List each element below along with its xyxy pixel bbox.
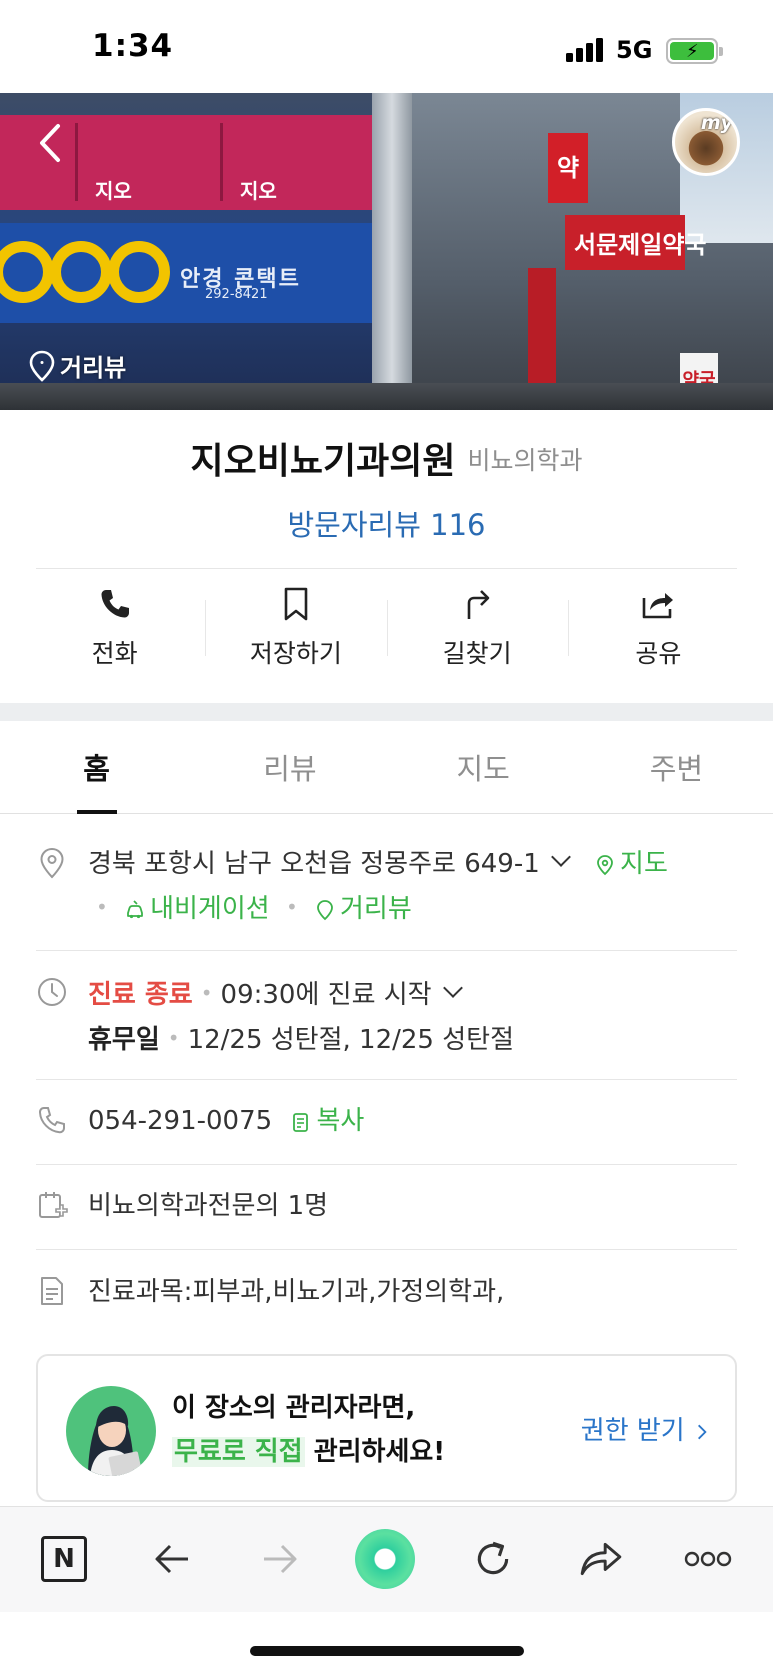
action-bar: 전화 저장하기 길찾기 공유 <box>24 572 749 684</box>
hours-status: 진료 종료 <box>88 980 193 1010</box>
medical-calendar-icon <box>39 1192 68 1218</box>
photo-pharmacy-char: 약 <box>548 133 588 203</box>
chevron-left-icon <box>40 124 60 162</box>
share-button[interactable]: 공유 <box>567 572 749 684</box>
browser-back-button[interactable] <box>144 1531 200 1587</box>
place-category: 비뇨의학과 <box>467 446 583 475</box>
naver-home-button[interactable]: N <box>36 1531 92 1587</box>
map-link[interactable]: 지도 <box>594 849 668 879</box>
browser-forward-button[interactable] <box>252 1531 308 1587</box>
battery-icon: ⚡ <box>666 38 723 64</box>
location-pin-icon <box>317 900 333 921</box>
photo-pharmacy-sign: 서문제일약국 <box>574 231 707 259</box>
clock-icon <box>38 978 66 1006</box>
status-time: 1:34 <box>92 28 174 64</box>
forward-arrow-icon <box>264 1544 297 1574</box>
admin-illustration <box>66 1386 156 1476</box>
browser-toolbar: N <box>0 1506 773 1612</box>
call-button[interactable]: 전화 <box>24 572 205 684</box>
copy-phone-button[interactable]: 복사 <box>290 1106 364 1136</box>
tab-map[interactable]: 지도 <box>387 721 580 813</box>
chevron-down-icon[interactable] <box>442 978 463 998</box>
place-name: 지오비뇨기과의원 <box>190 441 456 482</box>
navigation-link[interactable]: 내비게이션 <box>124 894 278 924</box>
location-pin-icon <box>29 350 55 382</box>
tab-bar: 홈 리뷰 지도 주변 <box>0 721 773 814</box>
phone-number[interactable]: 054-291-0075 <box>88 1106 272 1136</box>
divider <box>36 1079 737 1080</box>
divider <box>36 950 737 951</box>
document-icon <box>41 1277 63 1305</box>
bookmark-icon <box>284 587 308 621</box>
location-pin-icon <box>40 847 64 879</box>
browser-share-button[interactable] <box>573 1531 629 1587</box>
section-separator <box>0 703 773 721</box>
save-button[interactable]: 저장하기 <box>205 572 386 684</box>
refresh-button[interactable] <box>465 1531 521 1587</box>
address-row: 경북 포항시 남구 오천읍 정몽주로 649-1 지도 • 내비게이션 • 거리… <box>36 843 737 933</box>
chevron-down-icon[interactable] <box>550 847 571 867</box>
more-button[interactable] <box>680 1531 736 1587</box>
map-pin-icon <box>597 855 613 876</box>
tab-nearby[interactable]: 주변 <box>580 721 773 813</box>
tab-home[interactable]: 홈 <box>0 721 193 814</box>
holiday-detail: 12/25 성탄절, 12/25 성탄절 <box>187 1025 514 1055</box>
divider <box>36 568 737 569</box>
copy-icon <box>293 1113 309 1132</box>
departments-row: 진료과목:피부과,비뇨기과,가정의학과, <box>36 1271 737 1319</box>
hours-next-open: 09:30에 진료 시작 <box>220 980 432 1010</box>
share-icon <box>643 593 674 619</box>
call-label: 전화 <box>91 639 138 668</box>
naver-home-icon: N <box>41 1536 87 1582</box>
divider <box>36 1164 737 1165</box>
share-arrow-icon <box>580 1542 622 1576</box>
phone-icon <box>101 590 129 618</box>
admin-line2: 관리하세요! <box>304 1437 446 1467</box>
refresh-icon <box>477 1541 509 1575</box>
place-header: 지오비뇨기과의원 비뇨의학과 방문자리뷰 116 <box>0 432 773 544</box>
signal-icon <box>566 38 606 62</box>
directions-icon <box>467 590 490 619</box>
owner-claim-banner[interactable]: 이 장소의 관리자라면, 무료로 직접 관리하세요! 권한 받기 <box>36 1354 737 1502</box>
share-label: 공유 <box>635 639 682 668</box>
network-type: 5G <box>616 36 653 64</box>
hours-row[interactable]: 진료 종료 • 09:30에 진료 시작 휴무일 • 12/25 성탄절, 12/25 … <box>36 972 737 1062</box>
tab-reviews[interactable]: 리뷰 <box>193 721 386 813</box>
car-icon <box>127 900 143 919</box>
status-bar: 1:34 5G ⚡ <box>0 0 773 93</box>
get-permission-link[interactable]: 권한 받기 <box>581 1410 707 1447</box>
chevron-right-icon <box>698 1424 707 1440</box>
holiday-label: 휴무일 <box>88 1025 160 1055</box>
save-label: 저장하기 <box>249 639 342 668</box>
streetview-link[interactable]: 거리뷰 <box>314 894 412 924</box>
more-icon <box>684 1551 732 1567</box>
phone-icon <box>38 1107 65 1134</box>
streetview-label: 거리뷰 <box>60 354 127 382</box>
admin-line1: 이 장소의 관리자라면, <box>172 1393 416 1423</box>
directions-button[interactable]: 길찾기 <box>386 572 568 684</box>
streetview-button[interactable]: 거리뷰 <box>28 348 126 383</box>
departments-text: 진료과목:피부과,비뇨기과,가정의학과, <box>88 1277 505 1307</box>
phone-row: 054-291-0075 복사 <box>36 1100 737 1148</box>
admin-highlight: 무료로 직접 <box>172 1437 305 1467</box>
home-indicator[interactable] <box>250 1646 524 1656</box>
my-badge-label: my <box>700 112 733 134</box>
address-text: 경북 포항시 남구 오천읍 정몽주로 649-1 <box>88 849 540 879</box>
divider <box>36 1249 737 1250</box>
back-arrow-icon <box>155 1544 188 1574</box>
back-button[interactable] <box>30 118 74 168</box>
specialists-row: 비뇨의학과전문의 1명 <box>36 1185 737 1233</box>
specialists-text: 비뇨의학과전문의 1명 <box>88 1191 329 1221</box>
my-profile-badge[interactable]: my <box>672 108 740 176</box>
green-dot-icon <box>355 1529 415 1589</box>
photo-lens-phone: 292-8421 <box>205 287 268 302</box>
directions-label: 길찾기 <box>442 639 512 668</box>
green-dot-button[interactable] <box>355 1529 415 1589</box>
visitor-review-link[interactable]: 방문자리뷰 116 <box>288 502 486 544</box>
